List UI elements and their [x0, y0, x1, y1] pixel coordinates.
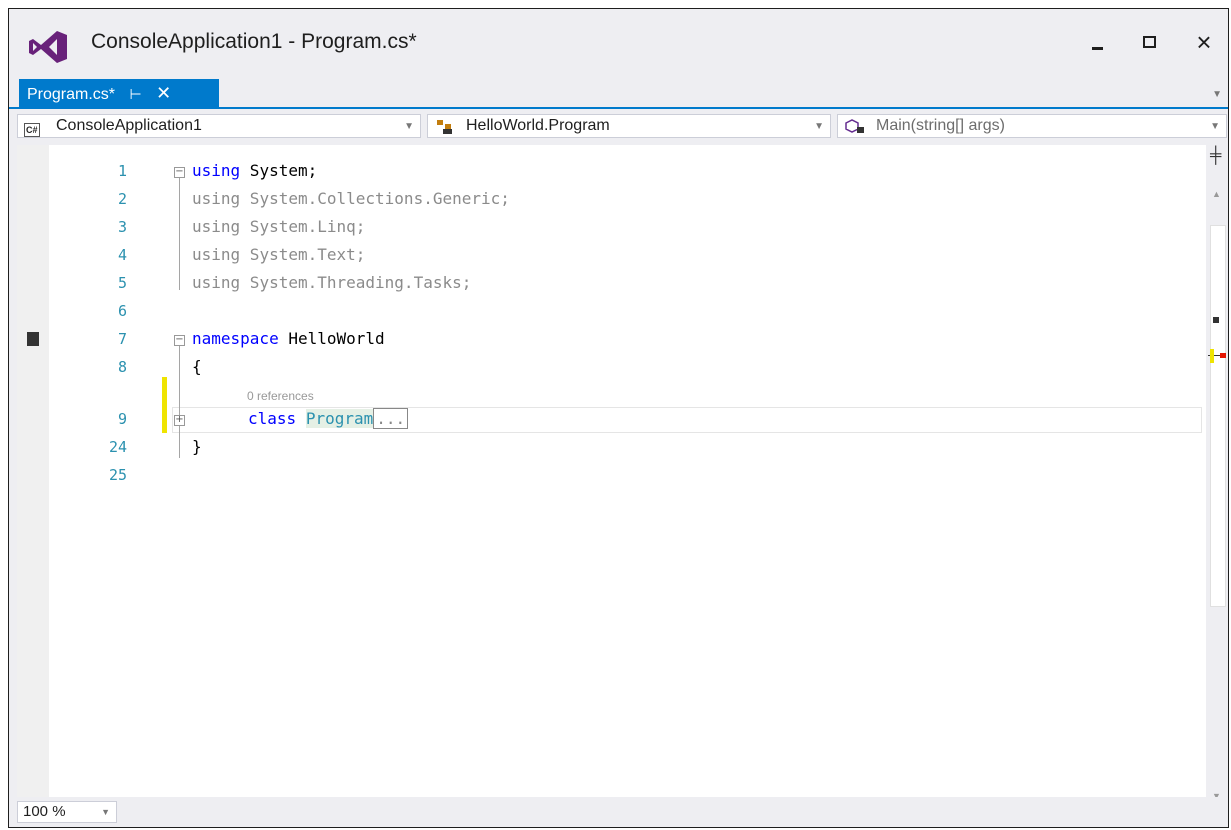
- maximize-button[interactable]: [1130, 27, 1170, 61]
- error-marker: [1220, 353, 1226, 358]
- tab-program-cs[interactable]: Program.cs* ⊢ ✕: [19, 79, 219, 107]
- close-icon: ×: [1196, 27, 1212, 57]
- collapse-icon[interactable]: −: [174, 167, 185, 178]
- expand-icon[interactable]: +: [174, 415, 185, 426]
- indicator-margin[interactable]: [17, 145, 49, 805]
- codelens-references[interactable]: 0 references: [247, 389, 314, 403]
- scrollbar-thumb[interactable]: [1210, 225, 1226, 607]
- code-line: }: [192, 437, 202, 456]
- line-number: 5: [117, 274, 127, 292]
- title-bar: ConsoleApplication1 - Program.cs* ×: [9, 9, 1228, 79]
- line-number: 6: [117, 302, 127, 320]
- minimize-icon: [1092, 47, 1103, 50]
- project-dropdown-value: ConsoleApplication1: [56, 117, 202, 134]
- code-line: using System;: [192, 161, 318, 180]
- minimize-button[interactable]: [1078, 27, 1118, 61]
- navigation-bar: C# ConsoleApplication1 ▼ HelloWorld.Prog…: [9, 109, 1228, 141]
- chevron-down-icon: ▼: [1210, 121, 1220, 132]
- outline-guide: [179, 346, 180, 458]
- code-line: namespace HelloWorld: [192, 329, 385, 348]
- project-dropdown[interactable]: C# ConsoleApplication1 ▼: [17, 114, 421, 138]
- line-number: 4: [117, 246, 127, 264]
- code-editor[interactable]: 1 2 3 4 5 6 7 8 9 24 25 − − + using Syst…: [17, 145, 1207, 805]
- window-title: ConsoleApplication1 - Program.cs*: [91, 30, 417, 53]
- member-dropdown[interactable]: Main(string[] args) ▼: [837, 114, 1227, 138]
- code-line: {: [192, 357, 202, 376]
- line-number: 1: [117, 162, 127, 180]
- pin-icon[interactable]: ⊢: [129, 86, 141, 102]
- chevron-down-icon: ▼: [814, 121, 824, 132]
- bookmark-icon[interactable]: [27, 332, 39, 346]
- chevron-down-icon: ▼: [101, 807, 110, 817]
- line-number: 25: [108, 466, 127, 484]
- collapse-icon[interactable]: −: [174, 335, 185, 346]
- code-line: using System.Collections.Generic;: [192, 189, 510, 208]
- change-marker: [1210, 349, 1214, 363]
- type-dropdown[interactable]: HelloWorld.Program ▼: [427, 114, 831, 138]
- outline-guide: [179, 178, 180, 290]
- line-number: 24: [108, 438, 127, 456]
- collapsed-block-indicator[interactable]: ...: [373, 408, 409, 429]
- member-dropdown-value: Main(string[] args): [876, 117, 1005, 134]
- tab-label: Program.cs*: [27, 86, 116, 103]
- editor-status-bar: 100 % ▼: [9, 797, 1228, 827]
- line-number: 9: [117, 410, 127, 428]
- method-icon: [844, 118, 866, 141]
- document-tab-strip: Program.cs* ⊢ ✕ ▼: [9, 79, 1228, 109]
- type-dropdown-value: HelloWorld.Program: [466, 117, 610, 134]
- code-area[interactable]: − − + using System; using System.Collect…: [172, 145, 1207, 805]
- class-icon: [434, 118, 456, 141]
- line-number: 8: [117, 358, 127, 376]
- chevron-down-icon: ▼: [404, 121, 414, 132]
- split-window-icon[interactable]: ╪: [1210, 147, 1221, 165]
- change-tracking-bar: [162, 377, 167, 433]
- bookmark-marker: [1213, 317, 1219, 323]
- line-number: 7: [117, 330, 127, 348]
- tab-overflow-dropdown-icon[interactable]: ▼: [1212, 89, 1222, 100]
- line-number: 2: [117, 190, 127, 208]
- close-tab-icon[interactable]: ✕: [156, 83, 171, 103]
- vs-window: ConsoleApplication1 - Program.cs* × Prog…: [8, 8, 1229, 828]
- visual-studio-logo: [29, 31, 67, 63]
- vertical-scrollbar[interactable]: ╪ ▲ ▼: [1206, 145, 1228, 805]
- code-line: using System.Text;: [192, 245, 366, 264]
- code-line: using System.Linq;: [192, 217, 366, 236]
- maximize-icon: [1143, 36, 1156, 48]
- close-window-button[interactable]: ×: [1184, 27, 1224, 61]
- zoom-value: 100 %: [23, 803, 66, 820]
- code-line: using System.Threading.Tasks;: [192, 273, 472, 292]
- zoom-dropdown[interactable]: 100 % ▼: [17, 801, 117, 823]
- line-number: 3: [117, 218, 127, 236]
- scroll-up-icon[interactable]: ▲: [1212, 189, 1221, 199]
- csharp-project-icon: C#: [24, 123, 40, 137]
- code-line: class Program...: [248, 408, 409, 429]
